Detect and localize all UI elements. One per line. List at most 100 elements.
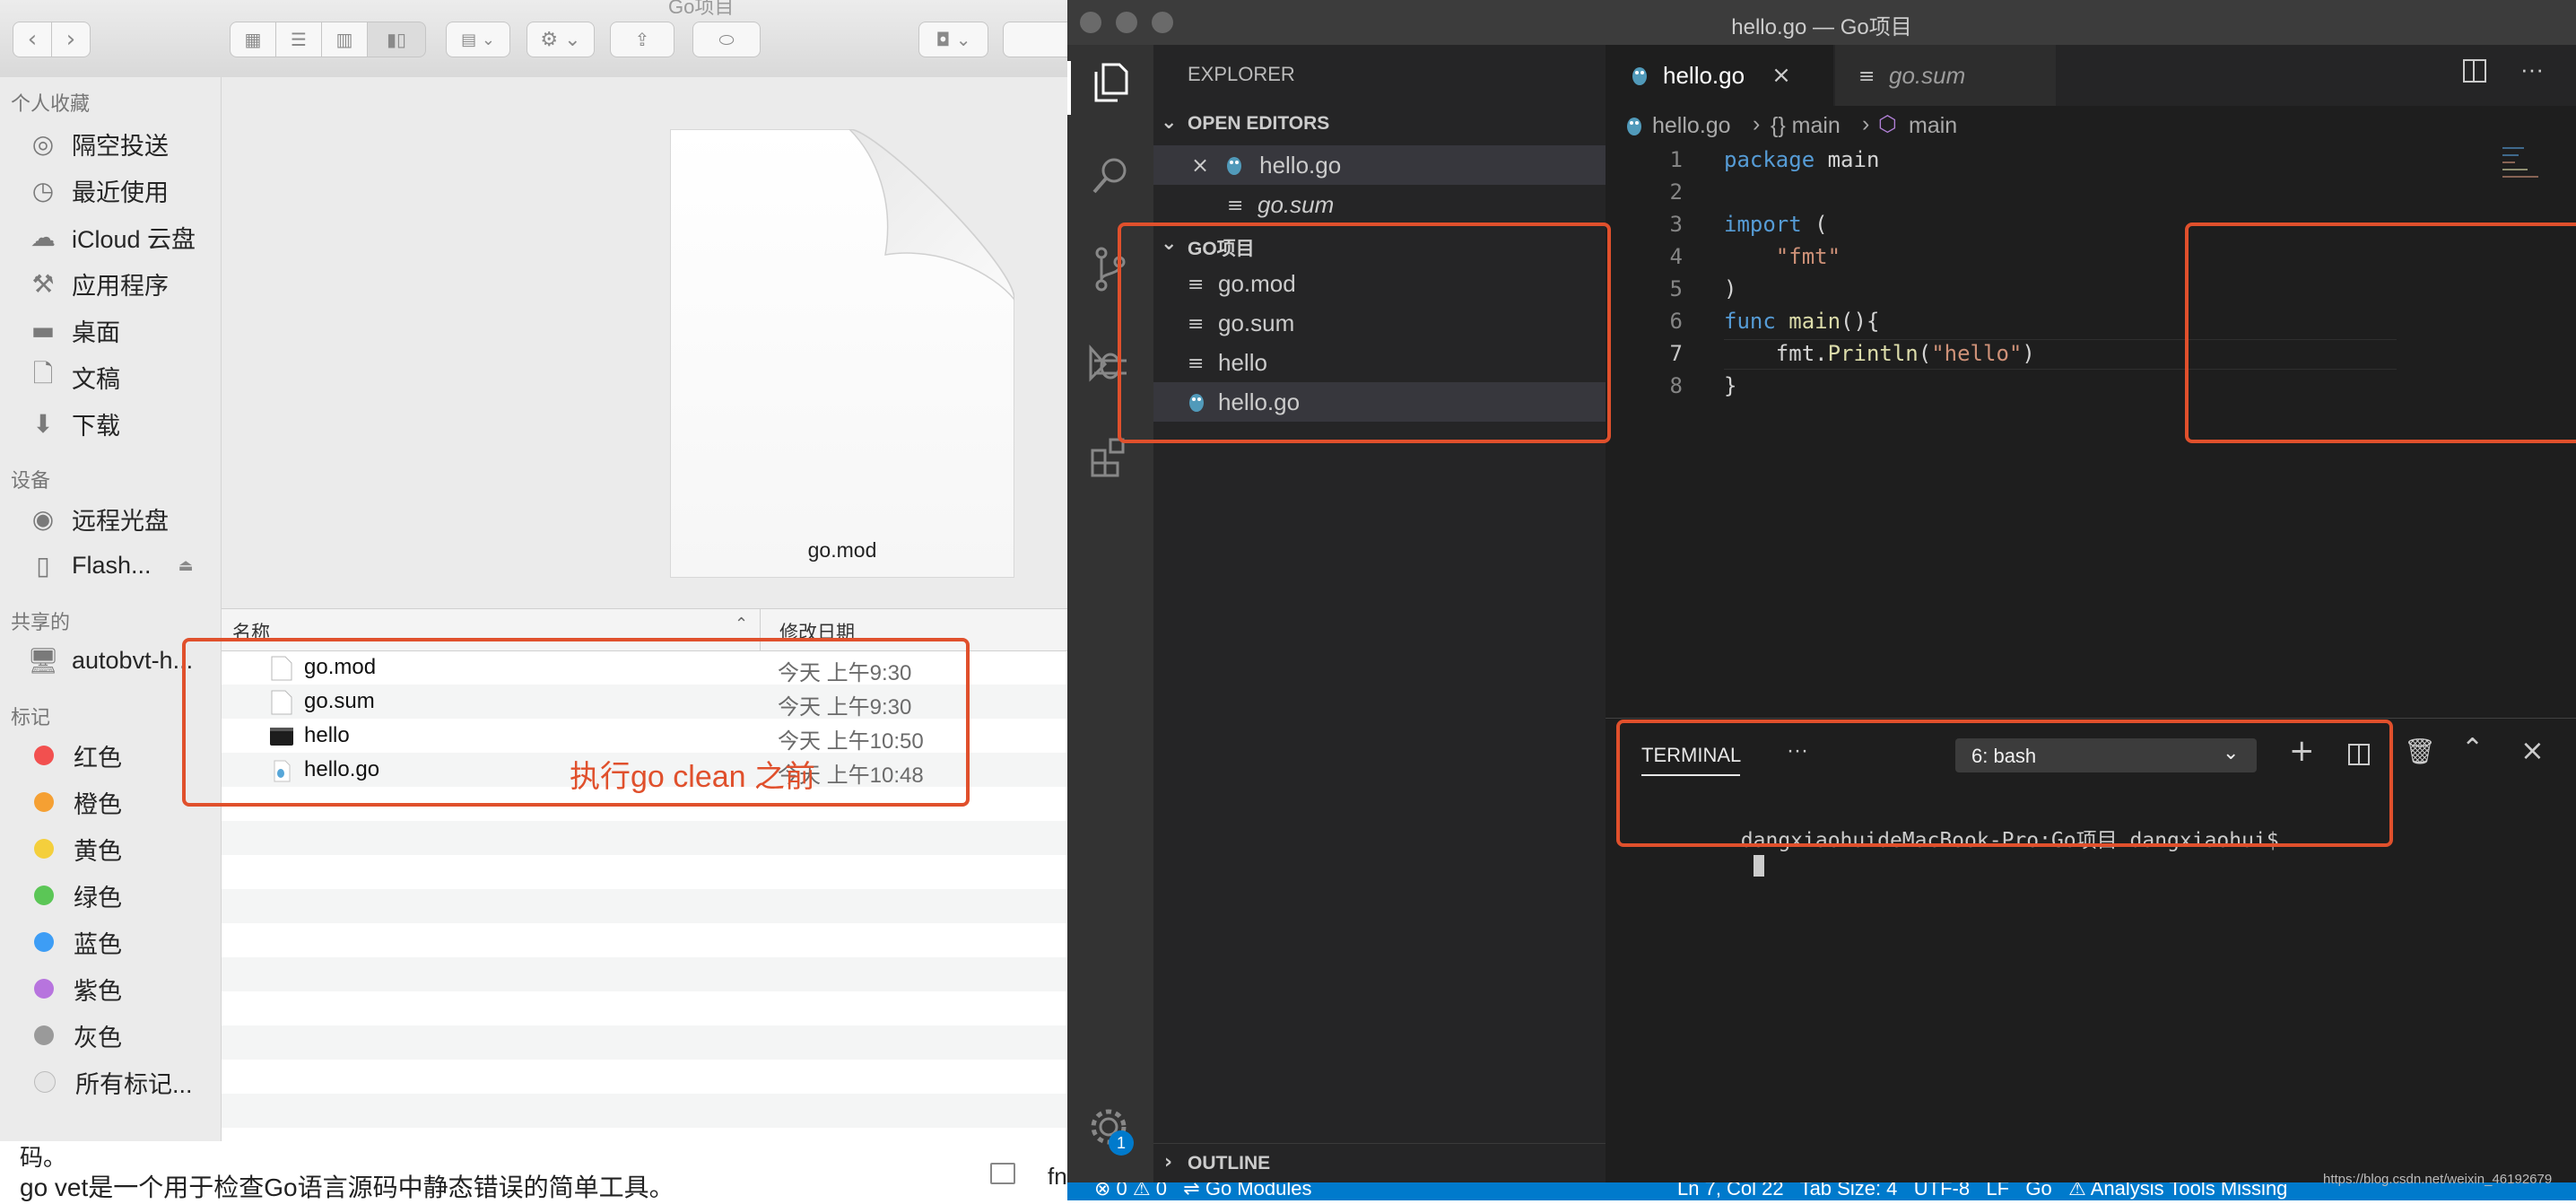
chevron-right-icon: › xyxy=(65,26,76,53)
code-line: } xyxy=(1724,373,1737,398)
title-bar: hello.go — Go项目 xyxy=(1067,0,2576,45)
cloud-icon: ☁ xyxy=(30,222,56,252)
red-tag-icon xyxy=(34,746,54,765)
all-tags-icon xyxy=(34,1071,56,1093)
search-field[interactable] xyxy=(1003,22,1067,57)
split-editor-icon[interactable] xyxy=(2463,59,2486,83)
list-view-button[interactable]: ☰ xyxy=(275,22,322,57)
forward-button[interactable]: › xyxy=(51,22,91,57)
favorites-header: 个人收藏 xyxy=(11,92,91,115)
tags-header: 标记 xyxy=(11,706,51,729)
minimap[interactable] xyxy=(2502,144,2572,215)
lines-file-icon: ≡ xyxy=(1227,195,1244,217)
sidebar-tag-red[interactable]: 红色 xyxy=(27,736,122,775)
back-button[interactable]: ‹ xyxy=(13,22,52,57)
more-actions-icon[interactable]: ··· xyxy=(2520,56,2544,83)
chevron-right-icon: › xyxy=(1753,111,1761,136)
dropbox-button[interactable]: ◘ ⌄ xyxy=(918,22,988,57)
sidebar-item-desktop[interactable]: ▬ 桌面 xyxy=(27,310,120,350)
open-editor-item[interactable]: × hello.go xyxy=(1153,145,1606,185)
tab-go-sum[interactable]: ≡ go.sum xyxy=(1835,45,2056,106)
sidebar-tag-orange[interactable]: 橙色 xyxy=(27,782,122,822)
gray-tag-icon xyxy=(34,1025,54,1045)
group-button[interactable]: ▤ ⌄ xyxy=(446,22,510,57)
gallery-icon: ▮▯ xyxy=(386,29,406,50)
sort-chevron-icon: ⌃ xyxy=(735,615,749,633)
sidebar-tag-yellow[interactable]: 黄色 xyxy=(27,829,122,868)
explorer-icon[interactable] xyxy=(1085,57,1136,108)
annotation-text: 执行go clean 之前 xyxy=(570,760,815,794)
tags-button[interactable]: ⬭ xyxy=(692,22,761,57)
orange-tag-icon xyxy=(34,792,54,812)
sidebar-item-autobvt[interactable]: 🖥 autobvt-h... xyxy=(27,641,193,680)
cube-icon: ⬡ xyxy=(1878,111,1897,136)
notification-badge: 1 xyxy=(1109,1130,1134,1156)
columns-icon: ▥ xyxy=(335,29,353,50)
dropbox-icon: ◘ ⌄ xyxy=(936,29,971,50)
open-editor-item[interactable]: ≡ go.sum xyxy=(1153,185,1606,224)
vscode-window: hello.go — Go项目 1 EXPLORER ⌄ OPEN EDITOR… xyxy=(1067,0,2576,1200)
sidebar-item-recents[interactable]: ◷ 最近使用 xyxy=(27,170,169,210)
eject-icon[interactable]: ⏏ xyxy=(178,556,194,575)
clock-icon: ◷ xyxy=(31,175,55,205)
sidebar-item-downloads[interactable]: ⬇ 下载 xyxy=(27,404,120,443)
finder-window: Go项目 ‹ › ▦ ☰ ▥ ▮▯ ▤ ⌄ ⚙ ⌄ ⇪ ⬭ ◘ ⌄ 个人收藏 ◎… xyxy=(0,0,1067,1141)
sidebar-item-remote-disc[interactable]: ◉ 远程光盘 xyxy=(27,499,169,538)
sidebar-all-tags[interactable]: 所有标记... xyxy=(27,1062,193,1102)
chevron-right-icon: › xyxy=(1164,1151,1173,1173)
breadcrumb-symbol[interactable]: main xyxy=(1909,113,1957,139)
breadcrumb-scope[interactable]: {} main xyxy=(1771,113,1841,139)
status-right[interactable]: Ln 7, Col 22 Tab Size: 4 UTF-8 LF Go ⚠ A… xyxy=(1677,1182,2287,1200)
outline-section[interactable]: › OUTLINE xyxy=(1153,1143,1606,1183)
disc-icon: ◉ xyxy=(31,503,55,534)
sidebar-item-icloud[interactable]: ☁ iCloud 云盘 xyxy=(27,217,196,257)
window-title: hello.go — Go项目 xyxy=(1731,15,1912,39)
sidebar-item-airdrop[interactable]: ◎ 隔空投送 xyxy=(27,124,169,163)
status-left[interactable]: ⊗ 0 ⚠ 0 ⇌ Go Modules xyxy=(1094,1182,1311,1200)
code-line: ) xyxy=(1724,276,1737,301)
sidebar-item-documents[interactable]: 🗋 文稿 xyxy=(27,357,120,397)
green-tag-icon xyxy=(34,886,54,905)
drive-icon: ▯ xyxy=(36,550,50,580)
open-editors-section[interactable]: ⌄ OPEN EDITORS xyxy=(1153,104,1606,144)
go-file-icon xyxy=(1227,157,1242,175)
gear-icon: ⚙ ⌄ xyxy=(540,28,581,51)
sidebar-tag-gray[interactable]: 灰色 xyxy=(27,1016,122,1055)
trash-icon[interactable]: 🗑 xyxy=(2404,737,2436,766)
watermark: https://blog.csdn.net/weixin_46192679 xyxy=(2323,1172,2553,1187)
share-button[interactable]: ⇪ xyxy=(610,22,674,57)
column-view-button[interactable]: ▥ xyxy=(321,22,368,57)
share-icon: ⇪ xyxy=(634,29,650,50)
activity-bar: 1 xyxy=(1067,45,1153,1182)
sidebar-tag-green[interactable]: 绿色 xyxy=(27,876,122,915)
sidebar-tag-blue[interactable]: 蓝色 xyxy=(27,922,122,962)
shared-header: 共享的 xyxy=(11,611,71,633)
gallery-view-button[interactable]: ▮▯ xyxy=(367,22,426,57)
go-file-icon xyxy=(1632,67,1647,85)
yellow-tag-icon xyxy=(34,839,54,859)
action-button[interactable]: ⚙ ⌄ xyxy=(527,22,595,57)
article-line: go vet是一个用于检查Go语言源码中静态错误的简单工具。 xyxy=(20,1173,674,1201)
breadcrumb-file[interactable]: hello.go xyxy=(1652,113,1731,139)
explorer-title: EXPLORER xyxy=(1188,63,1295,85)
code-line: fmt.Println("hello") xyxy=(1724,341,2035,366)
close-icon[interactable]: × xyxy=(1771,62,1791,89)
chevron-down-icon: ⌄ xyxy=(1161,111,1178,134)
desktop-icon: ▬ xyxy=(30,315,56,345)
editor-tabs: hello.go × ≡ go.sum ··· xyxy=(1606,45,2576,106)
purple-tag-icon xyxy=(34,979,54,999)
sidebar-item-flash[interactable]: ▯ Flash... ⏏ xyxy=(27,545,194,585)
go-file-icon xyxy=(1627,118,1641,135)
icon-view-button[interactable]: ▦ xyxy=(230,22,276,57)
code-line: package main xyxy=(1724,147,1880,172)
finder-sidebar: 个人收藏 ◎ 隔空投送 ◷ 最近使用 ☁ iCloud 云盘 ⚒ 应用程序 ▬ 桌面 🗋 文… xyxy=(0,77,222,1141)
tab-hello-go[interactable]: hello.go × xyxy=(1606,45,1833,106)
sidebar-item-applications[interactable]: ⚒ 应用程序 xyxy=(27,264,169,303)
search-icon[interactable] xyxy=(1085,151,1136,201)
close-icon[interactable]: × xyxy=(1191,153,1209,178)
sidebar-tag-purple[interactable]: 紫色 xyxy=(27,969,122,1008)
article-side-text: fn xyxy=(1048,1163,1067,1190)
maximize-panel-icon[interactable]: ⌃ xyxy=(2461,733,2484,764)
close-panel-icon[interactable]: × xyxy=(2520,733,2545,767)
document-preview-icon xyxy=(670,129,1014,578)
